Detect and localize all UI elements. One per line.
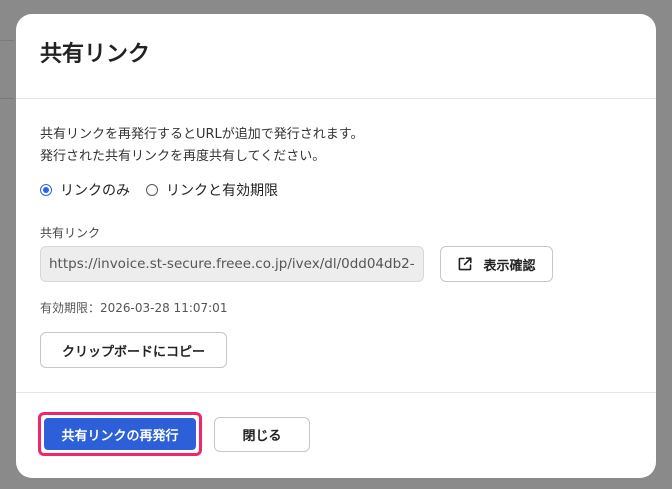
share-option-radio-group: リンクのみ リンクと有効期限 bbox=[40, 180, 294, 200]
radio-button-selected[interactable] bbox=[40, 184, 52, 196]
share-link-url-field[interactable] bbox=[40, 246, 424, 282]
radio-label: リンクと有効期限 bbox=[166, 183, 278, 199]
description-line: 発行された共有リンクを再度共有してください。 bbox=[40, 149, 326, 164]
radio-link-only[interactable]: リンクのみ bbox=[40, 180, 130, 200]
radio-link-and-expiry[interactable]: リンクと有効期限 bbox=[146, 180, 278, 200]
reissue-link-button[interactable]: 共有リンクの再発行 bbox=[44, 418, 196, 450]
dialog-title: 共有リンク bbox=[40, 42, 151, 67]
dialog-description: 共有リンクを再発行するとURLが追加で発行されます。 発行された共有リンクを再度… bbox=[40, 124, 364, 168]
footer-divider bbox=[16, 392, 656, 393]
copy-to-clipboard-button[interactable]: クリップボードにコピー bbox=[40, 332, 227, 368]
share-link-dialog: 共有リンク 共有リンクを再発行するとURLが追加で発行されます。 発行された共有… bbox=[16, 14, 656, 478]
background-divider bbox=[0, 98, 14, 99]
view-link-button-label: 表示確認 bbox=[483, 258, 536, 274]
expiry-text: 有効期限：2026-03-28 11:07:01 bbox=[40, 301, 228, 315]
view-link-button[interactable]: 表示確認 bbox=[440, 246, 553, 282]
share-link-label: 共有リンク bbox=[40, 226, 101, 240]
description-line: 共有リンクを再発行するとURLが追加で発行されます。 bbox=[40, 127, 364, 142]
external-link-icon bbox=[457, 256, 473, 272]
radio-button-unselected[interactable] bbox=[146, 184, 158, 196]
radio-label: リンクのみ bbox=[60, 183, 130, 199]
background-divider bbox=[0, 40, 14, 41]
dialog-header: 共有リンク bbox=[16, 14, 656, 99]
close-button[interactable]: 閉じる bbox=[214, 417, 310, 452]
